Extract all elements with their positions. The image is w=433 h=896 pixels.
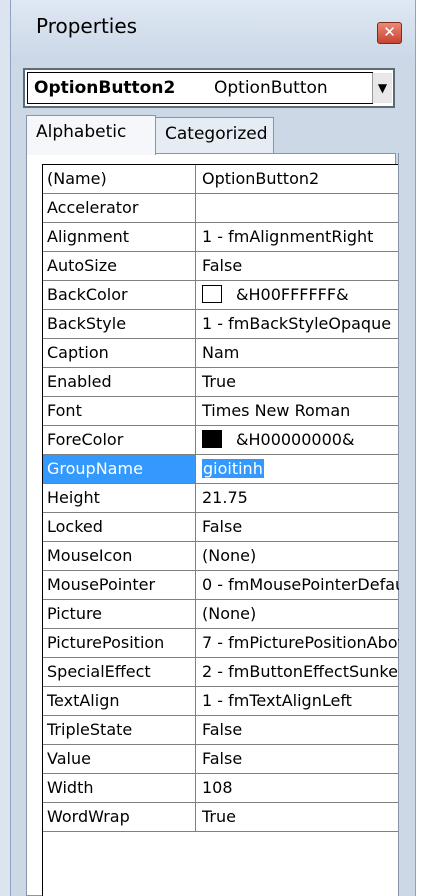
property-value[interactable]: False	[196, 745, 399, 773]
background-right	[416, 0, 433, 896]
property-name: TextAlign	[43, 687, 196, 715]
property-row[interactable]: ForeColor &H00000000&	[43, 426, 398, 455]
color-value: &H00FFFFFF&	[236, 285, 349, 304]
property-row[interactable]: AutoSize False	[43, 252, 398, 281]
color-value: &H00000000&	[236, 430, 355, 449]
property-row[interactable]: Width 108	[43, 774, 398, 803]
property-value[interactable]: 1 - fmBackStyleOpaque	[196, 310, 399, 338]
object-type: OptionButton	[214, 78, 328, 98]
color-swatch	[202, 430, 222, 448]
property-value[interactable]: (None)	[196, 542, 399, 570]
property-value[interactable]: 108	[196, 774, 399, 802]
property-name: Locked	[43, 513, 196, 541]
property-row[interactable]: Alignment 1 - fmAlignmentRight	[43, 223, 398, 252]
property-row[interactable]: BackStyle 1 - fmBackStyleOpaque	[43, 310, 398, 339]
property-value[interactable]: 7 - fmPicturePositionAboveCenter	[196, 629, 399, 657]
property-value[interactable]: 2 - fmButtonEffectSunken	[196, 658, 399, 686]
property-row[interactable]: Locked False	[43, 513, 398, 542]
property-value[interactable]: &H00000000&	[196, 426, 399, 454]
object-selector-field[interactable]: OptionButton2 OptionButton	[27, 72, 373, 104]
property-name: Caption	[43, 339, 196, 367]
property-name: Value	[43, 745, 196, 773]
property-name: AutoSize	[43, 252, 196, 280]
property-value[interactable]: False	[196, 252, 399, 280]
property-row[interactable]: MousePointer 0 - fmMousePointerDefault	[43, 571, 399, 600]
property-row[interactable]: MouseIcon (None)	[43, 542, 398, 571]
property-row[interactable]: Enabled True	[43, 368, 398, 397]
property-name: Picture	[43, 600, 196, 628]
property-value[interactable]: False	[196, 513, 399, 541]
background-left	[0, 0, 10, 896]
property-row[interactable]: Value False	[43, 745, 398, 774]
object-selector[interactable]: OptionButton2 OptionButton ▼	[23, 68, 395, 108]
property-row[interactable]: PicturePosition 7 - fmPicturePositionAbo…	[43, 629, 399, 658]
property-name: Height	[43, 484, 196, 512]
property-value[interactable]: &H00FFFFFF&	[196, 281, 399, 309]
property-name: Enabled	[43, 368, 196, 396]
window-title: Properties	[36, 14, 138, 38]
property-value[interactable]: 1 - fmAlignmentRight	[196, 223, 399, 251]
property-value[interactable]	[196, 194, 399, 222]
property-row-selected[interactable]: GroupName gioitinh	[43, 455, 398, 484]
property-row[interactable]: WordWrap True	[43, 803, 398, 832]
property-name: MouseIcon	[43, 542, 196, 570]
property-name: BackStyle	[43, 310, 196, 338]
property-name: Accelerator	[43, 194, 196, 222]
title-bar[interactable]: Properties ✕	[11, 0, 415, 62]
tab-categorized[interactable]: Categorized	[156, 117, 274, 153]
property-row[interactable]: SpecialEffect 2 - fmButtonEffectSunken	[43, 658, 399, 687]
property-name: Font	[43, 397, 196, 425]
property-row[interactable]: Font Times New Roman	[43, 397, 398, 426]
property-row[interactable]: Picture (None)	[43, 600, 398, 629]
property-value[interactable]: True	[196, 368, 399, 396]
close-button[interactable]: ✕	[377, 22, 402, 44]
property-name: WordWrap	[43, 803, 196, 831]
color-swatch	[202, 285, 222, 303]
property-value[interactable]: True	[196, 803, 399, 831]
property-value[interactable]: Nam	[196, 339, 399, 367]
property-row[interactable]: Height 21.75	[43, 484, 398, 513]
property-name: ForeColor	[43, 426, 196, 454]
property-value[interactable]: False	[196, 716, 399, 744]
property-name: PicturePosition	[43, 629, 196, 657]
property-name: BackColor	[43, 281, 196, 309]
property-name: TripleState	[43, 716, 196, 744]
property-value[interactable]: 21.75	[196, 484, 399, 512]
object-name: OptionButton2	[34, 78, 176, 98]
property-value[interactable]: 0 - fmMousePointerDefault	[196, 571, 399, 599]
property-row[interactable]: Caption Nam	[43, 339, 398, 368]
property-name: (Name)	[43, 165, 196, 193]
property-value[interactable]: OptionButton2	[196, 165, 399, 193]
property-grid: (Name) OptionButton2 Accelerator Alignme…	[42, 164, 399, 896]
close-icon: ✕	[383, 23, 396, 41]
property-value[interactable]: 1 - fmTextAlignLeft	[196, 687, 399, 715]
property-name: GroupName	[43, 455, 196, 483]
property-row[interactable]: (Name) OptionButton2	[43, 165, 398, 194]
property-value[interactable]: gioitinh	[196, 455, 399, 483]
chevron-down-icon[interactable]: ▼	[372, 73, 392, 103]
property-value[interactable]: Times New Roman	[196, 397, 399, 425]
property-value[interactable]: (None)	[196, 600, 399, 628]
selected-value-text[interactable]: gioitinh	[202, 459, 264, 478]
property-row[interactable]: TripleState False	[43, 716, 398, 745]
property-row[interactable]: TextAlign 1 - fmTextAlignLeft	[43, 687, 398, 716]
property-row[interactable]: BackColor &H00FFFFFF&	[43, 281, 398, 310]
property-name: MousePointer	[43, 571, 196, 599]
tab-alphabetic[interactable]: Alphabetic	[26, 115, 156, 155]
property-name: SpecialEffect	[43, 658, 196, 686]
property-row[interactable]: Accelerator	[43, 194, 398, 223]
property-name: Width	[43, 774, 196, 802]
property-name: Alignment	[43, 223, 196, 251]
